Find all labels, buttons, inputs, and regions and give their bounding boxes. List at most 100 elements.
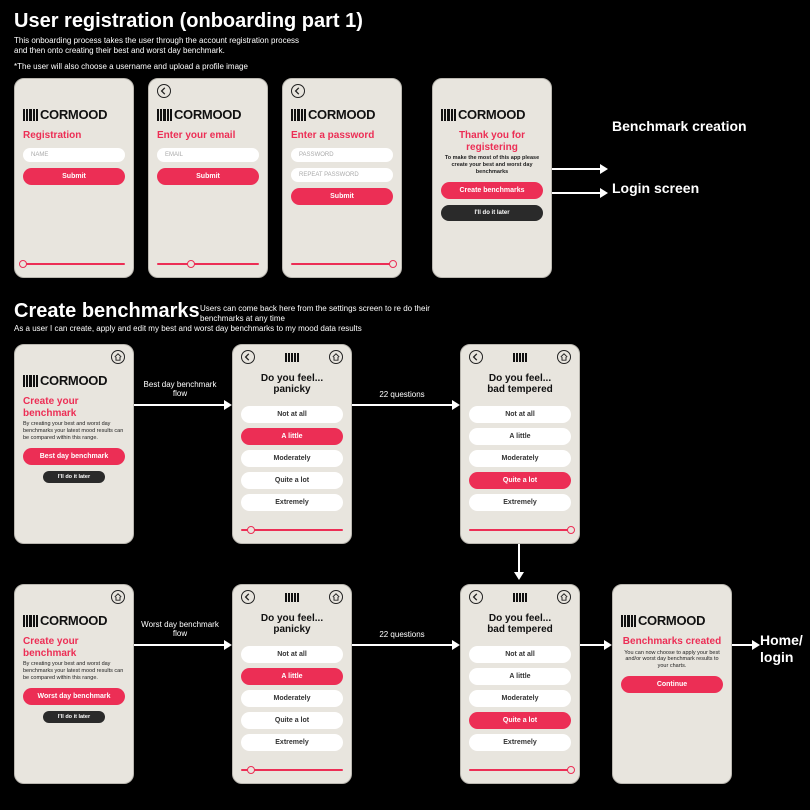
thankyou-desc: To make the most of this app please crea… [441, 155, 543, 176]
brand-logo: CORMOOD [621, 613, 723, 628]
benchmark-note: Users can come back here from the settin… [200, 304, 430, 325]
benchmark-subnote: As a user I can create, apply and edit m… [14, 324, 374, 334]
screen-title: Thank you for registering [441, 130, 543, 153]
screen-create-best: CORMOOD Create your benchmark By creatin… [14, 344, 134, 544]
arrow-line [134, 644, 224, 646]
name-field[interactable]: NAME [23, 148, 125, 162]
create-benchmarks-button[interactable]: Create benchmarks [441, 182, 543, 199]
back-icon[interactable] [291, 84, 305, 98]
screen-question-badtempered-best: Do you feel... bad tempered Not at all A… [460, 344, 580, 544]
label-worst-day-flow: Worst day benchmark flow [140, 620, 220, 638]
do-later-button[interactable]: I'll do it later [43, 711, 104, 723]
arrow-line [352, 644, 452, 646]
arrow-line [518, 544, 520, 572]
screen-registration: CORMOOD Registration NAME Submit [14, 78, 134, 278]
arrow-head-icon [224, 640, 232, 650]
brand-logo: CORMOOD [441, 107, 543, 122]
do-later-button[interactable]: I'll do it later [43, 471, 104, 483]
option-not-at-all[interactable]: Not at all [469, 406, 571, 423]
progress-bar [469, 765, 571, 775]
continue-button[interactable]: Continue [621, 676, 723, 693]
option-a-little[interactable]: A little [241, 428, 343, 445]
screen-thankyou: CORMOOD Thank you for registering To mak… [432, 78, 552, 278]
option-extremely[interactable]: Extremely [241, 734, 343, 751]
back-icon[interactable] [469, 350, 483, 364]
arrow-line [732, 644, 752, 646]
brand-logo: CORMOOD [23, 373, 125, 388]
arrow-line [580, 644, 604, 646]
progress-bar [23, 259, 125, 269]
option-extremely[interactable]: Extremely [469, 494, 571, 511]
progress-bar [157, 259, 259, 269]
brand-logo: CORMOOD [23, 613, 125, 628]
reg-note-1: This onboarding process takes the user t… [14, 36, 314, 57]
progress-bar [469, 525, 571, 535]
option-extremely[interactable]: Extremely [241, 494, 343, 511]
screen-question-panicky-worst: Do you feel... panicky Not at all A litt… [232, 584, 352, 784]
label-22-questions: 22 questions [362, 390, 442, 399]
progress-bar [241, 765, 343, 775]
option-moderately[interactable]: Moderately [469, 450, 571, 467]
brand-logo: CORMOOD [157, 107, 259, 122]
arrow-head-icon [452, 640, 460, 650]
progress-bar [291, 259, 393, 269]
option-moderately[interactable]: Moderately [241, 690, 343, 707]
email-field[interactable]: EMAIL [157, 148, 259, 162]
option-not-at-all[interactable]: Not at all [241, 646, 343, 663]
option-quite-a-lot[interactable]: Quite a lot [469, 712, 571, 729]
option-moderately[interactable]: Moderately [469, 690, 571, 707]
question-word: bad tempered [469, 624, 571, 635]
repeat-password-field[interactable]: REPEAT PASSWORD [291, 168, 393, 182]
worst-day-button[interactable]: Worst day benchmark [23, 688, 125, 705]
back-icon[interactable] [241, 350, 255, 364]
progress-bar [241, 525, 343, 535]
mini-logo-icon [285, 592, 299, 602]
back-icon[interactable] [157, 84, 171, 98]
done-desc: You can now choose to apply your best an… [621, 650, 723, 671]
best-day-button[interactable]: Best day benchmark [23, 448, 125, 465]
screen-title: Enter your email [157, 130, 259, 142]
option-quite-a-lot[interactable]: Quite a lot [241, 712, 343, 729]
home-icon[interactable] [111, 590, 125, 604]
screen-benchmarks-created: CORMOOD Benchmarks created You can now c… [612, 584, 732, 784]
mini-logo-icon [513, 352, 527, 362]
question-word: bad tempered [469, 384, 571, 395]
option-a-little[interactable]: A little [241, 668, 343, 685]
option-quite-a-lot[interactable]: Quite a lot [241, 472, 343, 489]
password-field[interactable]: PASSWORD [291, 148, 393, 162]
back-icon[interactable] [241, 590, 255, 604]
arrow-line [352, 404, 452, 406]
home-icon[interactable] [111, 350, 125, 364]
option-extremely[interactable]: Extremely [469, 734, 571, 751]
question-lead: Do you feel... [469, 613, 571, 624]
option-moderately[interactable]: Moderately [241, 450, 343, 467]
brand-logo: CORMOOD [291, 107, 393, 122]
home-icon[interactable] [329, 590, 343, 604]
question-lead: Do you feel... [241, 613, 343, 624]
arrow-line [134, 404, 224, 406]
option-a-little[interactable]: A little [469, 428, 571, 445]
arrow-head-icon [600, 164, 608, 174]
mini-logo-icon [513, 592, 527, 602]
back-icon[interactable] [469, 590, 483, 604]
submit-button[interactable]: Submit [291, 188, 393, 205]
screen-title: Enter a password [291, 130, 393, 142]
question-word: panicky [241, 624, 343, 635]
submit-button[interactable]: Submit [157, 168, 259, 185]
option-quite-a-lot[interactable]: Quite a lot [469, 472, 571, 489]
arrow-head-icon [514, 572, 524, 580]
create-desc: By creating your best and worst day benc… [23, 421, 125, 442]
option-not-at-all[interactable]: Not at all [241, 406, 343, 423]
do-later-button[interactable]: I'll do it later [441, 205, 543, 221]
arrow-head-icon [604, 640, 612, 650]
create-desc: By creating your best and worst day benc… [23, 661, 125, 682]
home-icon[interactable] [557, 350, 571, 364]
option-not-at-all[interactable]: Not at all [469, 646, 571, 663]
option-a-little[interactable]: A little [469, 668, 571, 685]
home-icon[interactable] [329, 350, 343, 364]
screen-title: Benchmarks created [621, 636, 723, 648]
home-icon[interactable] [557, 590, 571, 604]
label-benchmark-creation: Benchmark creation [612, 118, 747, 135]
question-word: panicky [241, 384, 343, 395]
submit-button[interactable]: Submit [23, 168, 125, 185]
